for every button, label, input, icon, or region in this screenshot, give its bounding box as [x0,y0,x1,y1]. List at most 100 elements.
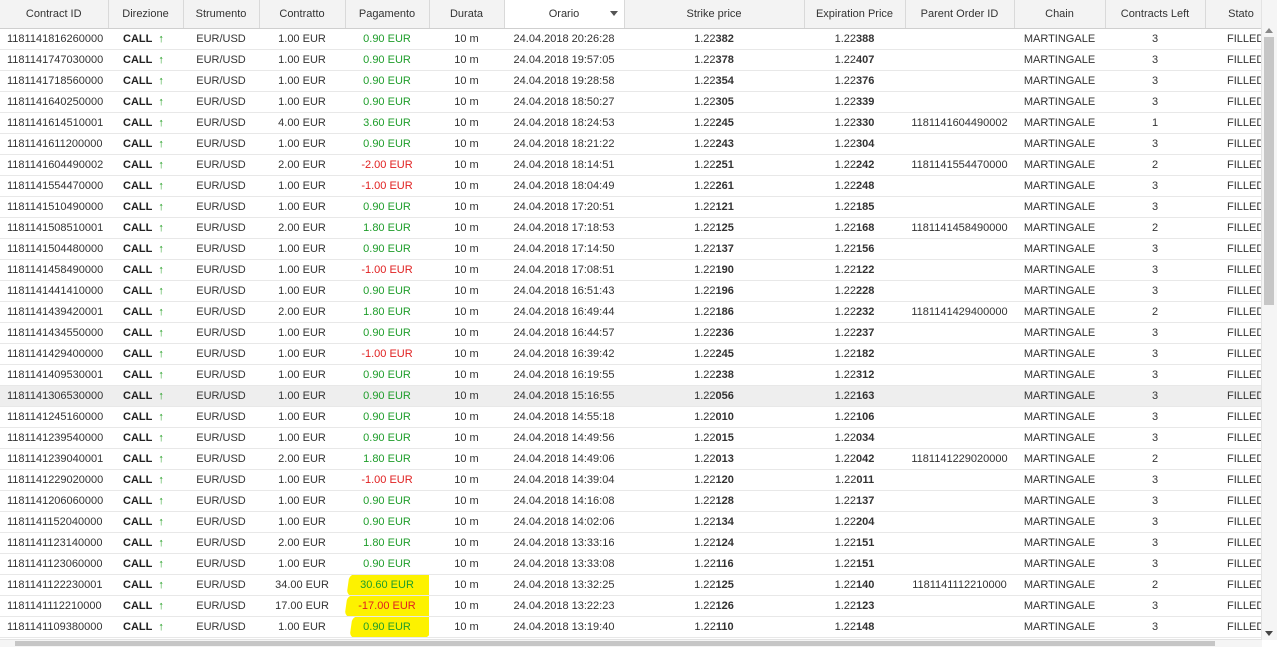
cell-durata: 10 m [429,133,504,155]
col-header-contratto[interactable]: Contratto [259,0,346,29]
cell-durata: 10 m [429,301,504,323]
table-row[interactable]: 1181141504480000 CALL ↑ EUR/USD 1.00 EUR 0.90… [0,238,1262,260]
col-header-parent-order-id[interactable]: Parent Order ID [905,0,1015,29]
expiration-price-base: 1.22 [834,390,857,402]
table-row[interactable]: 1181141441410000 CALL ↑ EUR/USD 1.00 EUR 0.90… [0,280,1262,302]
table-row[interactable]: 1181141604490002 CALL ↑ EUR/USD 2.00 EUR -2.0… [0,154,1262,176]
col-header-orario[interactable]: Orario [504,0,625,29]
cell-durata: 10 m [429,112,504,134]
col-header-strumento[interactable]: Strumento [183,0,260,29]
col-header-durata[interactable]: Durata [429,0,505,29]
table-row[interactable]: 1181141109380000 CALL ↑ EUR/USD 1.00 EUR 0.90… [0,616,1262,638]
cell-stato: FILLED [1205,175,1262,197]
strike-price-base: 1.22 [694,75,716,87]
table-row[interactable]: 1181141434550000 CALL ↑ EUR/USD 1.00 EUR 0.90… [0,322,1262,344]
payment-value: 0.90 EUR [363,285,411,297]
horizontal-scroll-thumb[interactable] [15,641,1215,646]
cell-contratto: 1.00 EUR [259,322,345,344]
payment-value: -17.00 EUR [358,600,416,612]
strike-price-base: 1.22 [694,138,716,150]
cell-strumento: EUR/USD [183,469,259,491]
cell-contratto: 1.00 EUR [259,70,345,92]
col-header-pagamento[interactable]: Pagamento [345,0,430,29]
cell-pagamento: -1.00 EUR [345,259,429,281]
cell-parent-order-id [905,322,1014,344]
cell-direzione: CALL ↑ [108,28,183,50]
col-header-chain[interactable]: Chain [1014,0,1106,29]
col-header-direzione[interactable]: Direzione [108,0,184,29]
table-row[interactable]: 1181141122230001 CALL ↑ EUR/USD 34.00 EUR 30.… [0,574,1262,596]
cell-contracts-left: 3 [1105,385,1205,407]
payment-value: 0.90 EUR [363,495,411,507]
cell-parent-order-id [905,343,1014,365]
table-row[interactable]: 1181141458490000 CALL ↑ EUR/USD 1.00 EUR -1.0… [0,259,1262,281]
cell-stato: FILLED [1205,406,1262,428]
strike-price-base: 1.22 [694,327,716,339]
col-header-contracts-left[interactable]: Contracts Left [1105,0,1206,29]
cell-durata: 10 m [429,490,504,512]
payment-value: -1.00 EUR [361,348,413,360]
cell-strike-price: 1.22190 [624,259,804,281]
table-row[interactable]: 1181141554470000 CALL ↑ EUR/USD 1.00 EUR -1.0… [0,175,1262,197]
strike-price-base: 1.22 [694,558,716,570]
cell-strumento: EUR/USD [183,112,259,134]
table-row[interactable]: 1181141614510001 CALL ↑ EUR/USD 4.00 EUR 3.60… [0,112,1262,134]
cell-expiration-price: 1.22151 [804,532,905,554]
col-header-expiration-price[interactable]: Expiration Price [804,0,906,29]
table-row[interactable]: 1181141206060000 CALL ↑ EUR/USD 1.00 EUR 0.90… [0,490,1262,512]
col-header-stato[interactable]: Stato [1205,0,1262,29]
strike-price-base: 1.22 [694,348,716,360]
table-row[interactable]: 1181141123060000 CALL ↑ EUR/USD 1.00 EUR 0.90… [0,553,1262,575]
cell-chain: MARTINGALE [1014,175,1105,197]
table-row[interactable]: 1181141640250000 CALL ↑ EUR/USD 1.00 EUR 0.90… [0,91,1262,113]
col-header-strike-price[interactable]: Strike price [624,0,805,29]
cell-chain: MARTINGALE [1014,595,1105,617]
table-row[interactable]: 1181141718560000 CALL ↑ EUR/USD 1.00 EUR 0.90… [0,70,1262,92]
table-row[interactable]: 1181141123140000 CALL ↑ EUR/USD 2.00 EUR 1.80… [0,532,1262,554]
cell-expiration-price: 1.22339 [804,91,905,113]
cell-pagamento: 0.90 EUR [345,28,429,50]
table-row[interactable]: 1181141816260000 CALL ↑ EUR/USD 1.00 EUR 0.90… [0,28,1262,50]
scroll-up-icon[interactable] [1265,28,1273,33]
table-row[interactable]: 1181141510490000 CALL ↑ EUR/USD 1.00 EUR 0.90… [0,196,1262,218]
cell-strike-price: 1.22125 [624,217,804,239]
vertical-scroll-thumb[interactable] [1264,37,1274,305]
cell-strike-price: 1.22126 [624,595,804,617]
payment-value: 1.80 EUR [363,453,411,465]
table-row[interactable]: 1181141439420001 CALL ↑ EUR/USD 2.00 EUR 1.80… [0,301,1262,323]
cell-direzione: CALL ↑ [108,532,183,554]
scroll-down-icon[interactable] [1265,631,1273,636]
cell-pagamento: 0.90 EUR [345,364,429,386]
cell-expiration-price: 1.22228 [804,280,905,302]
arrow-up-icon: ↑ [158,117,164,129]
horizontal-scrollbar[interactable] [0,639,1262,647]
col-header-contract-id[interactable]: Contract ID [0,0,109,29]
cell-strumento: EUR/USD [183,154,259,176]
table-row[interactable]: 1181141239540000 CALL ↑ EUR/USD 1.00 EUR 0.90… [0,427,1262,449]
table-row[interactable]: 1181141245160000 CALL ↑ EUR/USD 1.00 EUR 0.90… [0,406,1262,428]
cell-stato: FILLED [1205,28,1262,50]
table-row[interactable]: 1181141429400000 CALL ↑ EUR/USD 1.00 EUR -1.0… [0,343,1262,365]
table-row[interactable]: 1181141112210000 CALL ↑ EUR/USD 17.00 EUR -17… [0,595,1262,617]
cell-strumento: EUR/USD [183,217,259,239]
table-row[interactable]: 1181141152040000 CALL ↑ EUR/USD 1.00 EUR 0.90… [0,511,1262,533]
cell-chain: MARTINGALE [1014,70,1105,92]
cell-contracts-left: 3 [1105,469,1205,491]
vertical-scrollbar[interactable] [1261,0,1277,640]
cell-parent-order-id: 1181141429400000 [905,301,1014,323]
cell-expiration-price: 1.22123 [804,595,905,617]
arrow-up-icon: ↑ [158,285,164,297]
cell-contract-id: 1181141611200000 [0,133,108,155]
cell-orario: 24.04.2018 14:49:56 [504,427,624,449]
table-row[interactable]: 1181141611200000 CALL ↑ EUR/USD 1.00 EUR 0.90… [0,133,1262,155]
table-row[interactable]: 1181141508510001 CALL ↑ EUR/USD 2.00 EUR 1.80… [0,217,1262,239]
table-row[interactable]: 1181141747030000 CALL ↑ EUR/USD 1.00 EUR 0.90… [0,49,1262,71]
table-row[interactable]: 1181141306530000 CALL ↑ EUR/USD 1.00 EUR 0.90… [0,385,1262,407]
table-row[interactable]: 1181141229020000 CALL ↑ EUR/USD 1.00 EUR -1.0… [0,469,1262,491]
arrow-up-icon: ↑ [158,138,164,150]
cell-contract-id: 1181141554470000 [0,175,108,197]
table-row[interactable]: 1181141239040001 CALL ↑ EUR/USD 2.00 EUR 1.80… [0,448,1262,470]
cell-contract-id: 1181141112210000 [0,595,108,617]
arrow-up-icon: ↑ [158,453,164,465]
table-row[interactable]: 1181141409530001 CALL ↑ EUR/USD 1.00 EUR 0.90… [0,364,1262,386]
